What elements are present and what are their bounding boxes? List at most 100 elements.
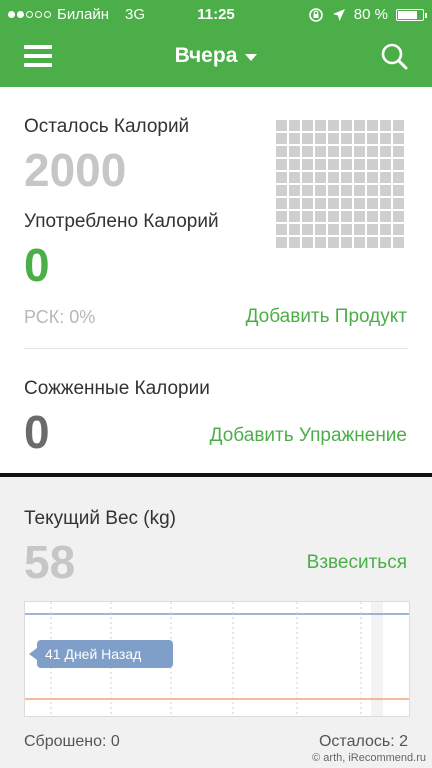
grid-cell [315,133,326,144]
grid-cell [380,224,391,235]
grid-cell [354,198,365,209]
grid-cell [354,185,365,196]
grid-cell [302,185,313,196]
grid-cell [276,224,287,235]
grid-cell [289,172,300,183]
grid-cell [380,133,391,144]
grid-cell [341,120,352,131]
add-food-button[interactable]: Добавить Продукт [246,306,407,328]
grid-cell [354,146,365,157]
grid-cell [328,159,339,170]
grid-cell [354,172,365,183]
current-weight-value: 58 [24,536,76,588]
grid-cell [315,237,326,248]
grid-cell [276,120,287,131]
grid-cell [315,198,326,209]
search-icon[interactable] [380,42,408,70]
grid-cell [393,159,404,170]
app-header: Билайн 3G 11:25 80 % Вчера [0,0,432,87]
grid-cell [393,146,404,157]
grid-cell [354,159,365,170]
grid-cell [341,172,352,183]
grid-cell [328,172,339,183]
calorie-grid-icon [276,120,410,254]
grid-cell [393,237,404,248]
grid-cell [354,224,365,235]
grid-cell [302,237,313,248]
grid-cell [393,185,404,196]
grid-cell [367,146,378,157]
grid-cell [341,237,352,248]
grid-cell [328,224,339,235]
grid-cell [367,159,378,170]
grid-cell [302,172,313,183]
grid-cell [354,211,365,222]
grid-cell [367,133,378,144]
navigation-bar: Вчера [0,30,432,87]
burned-calories-value: 0 [24,406,50,458]
weight-remaining-text: Осталось: 2 [318,733,408,750]
grid-cell [315,172,326,183]
grid-cell [393,133,404,144]
grid-cell [341,224,352,235]
calories-card: Осталось Калорий 2000 Употреблено Калори… [0,87,432,349]
current-weight-label: Текущий Вес (kg) [24,508,177,529]
weight-lost-text: Сброшено: 0 [24,733,120,750]
grid-cell [315,211,326,222]
grid-cell [393,211,404,222]
grid-cell [302,146,313,157]
grid-cell [393,198,404,209]
grid-cell [380,211,391,222]
grid-cell [315,146,326,157]
grid-cell [302,133,313,144]
weight-chart[interactable]: 41 Дней Назад [24,601,410,717]
grid-cell [341,185,352,196]
grid-cell [367,172,378,183]
grid-cell [289,237,300,248]
grid-cell [354,237,365,248]
grid-cell [289,159,300,170]
grid-cell [302,211,313,222]
tooltip-text: 41 Дней Назад [45,646,141,662]
rsk-percent: РСК: 0% [24,307,96,327]
status-right: 80 % [308,6,427,23]
grid-cell [276,159,287,170]
grid-cell [367,198,378,209]
date-selector: Вчера [0,44,432,68]
watermark: © arth, iRecommend.ru [312,752,426,764]
battery-percent: 80 % [353,6,388,23]
weight-tooltip: 41 Дней Назад [29,640,173,668]
grid-cell [315,185,326,196]
consumed-calories-label: Употреблено Калорий [24,211,219,232]
status-bar: Билайн 3G 11:25 80 % [0,0,432,30]
grid-cell [380,172,391,183]
grid-cell [341,198,352,209]
grid-cell [289,198,300,209]
location-arrow-icon [332,8,345,21]
grid-cell [315,159,326,170]
grid-cell [302,159,313,170]
grid-cell [328,185,339,196]
grid-cell [367,120,378,131]
grid-cell [315,224,326,235]
date-title: Вчера [174,44,238,67]
grid-cell [328,146,339,157]
grid-cell [276,185,287,196]
remaining-calories-value: 2000 [24,144,127,196]
grid-cell [367,185,378,196]
grid-cell [302,120,313,131]
weigh-in-button[interactable]: Взвеситься [307,552,407,574]
grid-cell [328,198,339,209]
add-exercise-button[interactable]: Добавить Упражнение [210,425,407,447]
caret-down-icon [245,54,258,61]
grid-cell [380,185,391,196]
weight-section: Текущий Вес (kg) 58 Взвеситься 41 Дней Н… [0,477,432,768]
date-dropdown[interactable]: Вчера [175,44,258,68]
grid-cell [354,120,365,131]
grid-cell [367,211,378,222]
grid-cell [302,224,313,235]
grid-cell [276,198,287,209]
grid-cell [289,120,300,131]
burned-calories-card: Сожженные Калории 0 Добавить Упражнение [0,349,432,473]
grid-cell [367,237,378,248]
